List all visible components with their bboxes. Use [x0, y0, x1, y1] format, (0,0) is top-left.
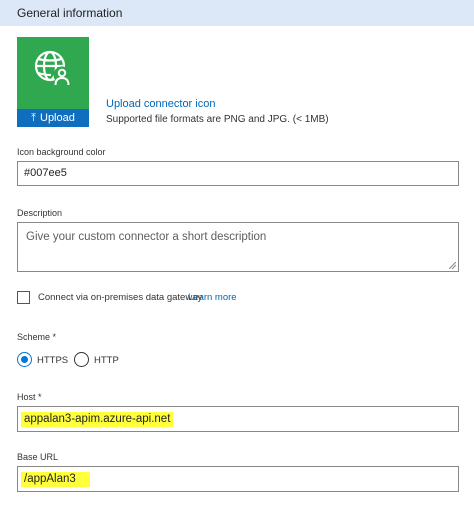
scheme-https-radio[interactable]: [17, 352, 32, 367]
scheme-https-label: HTTPS: [37, 355, 69, 366]
description-placeholder: Give your custom connector a short descr…: [26, 231, 267, 243]
icon-bg-color-label: Icon background color: [17, 147, 106, 157]
host-value: appalan3-apim.azure-api.net: [21, 412, 174, 427]
section-title: General information: [17, 6, 123, 20]
icon-bg-color-value: #007ee5: [24, 167, 67, 179]
resize-grip-icon[interactable]: [449, 262, 456, 269]
base-url-label: Base URL: [17, 452, 59, 462]
gateway-checkbox[interactable]: [17, 291, 30, 304]
host-label: Host *: [17, 392, 42, 402]
upload-label: Upload: [40, 112, 75, 124]
upload-button[interactable]: ⤒ Upload: [17, 109, 89, 127]
scheme-label-text: Scheme: [17, 332, 51, 342]
description-label: Description: [17, 208, 63, 218]
scheme-label: Scheme *: [17, 332, 56, 342]
host-label-text: Host: [17, 392, 36, 402]
base-url-value: /appAlan3: [21, 472, 90, 487]
icon-bg-color-input[interactable]: #007ee5: [17, 161, 459, 186]
description-textarea[interactable]: Give your custom connector a short descr…: [17, 222, 459, 272]
section-header: General information: [0, 0, 474, 26]
upload-connector-icon-link[interactable]: Upload connector icon: [106, 98, 215, 110]
scheme-required-mark: *: [52, 332, 57, 342]
scheme-http-label: HTTP: [94, 355, 119, 366]
connector-icon-preview: ⤒ Upload: [17, 37, 89, 127]
upload-arrow-icon: ⤒: [31, 111, 36, 124]
scheme-http-radio[interactable]: [74, 352, 89, 367]
host-input[interactable]: appalan3-apim.azure-api.net: [17, 406, 459, 432]
learn-more-link[interactable]: Learn more: [188, 292, 237, 303]
supported-formats-note: Supported file formats are PNG and JPG. …: [106, 114, 329, 125]
globe-user-icon: [33, 49, 73, 89]
host-required-mark: *: [38, 392, 42, 402]
gateway-checkbox-label: Connect via on-premises data gateway: [38, 292, 203, 303]
base-url-input[interactable]: /appAlan3: [17, 466, 459, 492]
